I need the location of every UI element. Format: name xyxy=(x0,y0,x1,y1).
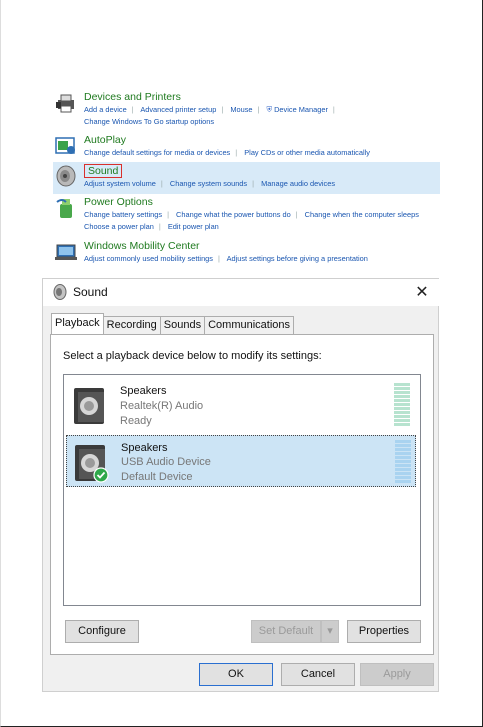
device-name: Speakers xyxy=(120,385,167,397)
cp-sound: Sound Adjust system volume | Change syste… xyxy=(54,164,335,190)
tab-recording[interactable]: Recording xyxy=(102,316,161,334)
speaker-icon xyxy=(53,284,67,300)
cp-mobility-center: Windows Mobility Center Adjust commonly … xyxy=(54,240,368,265)
mobility-icon xyxy=(54,240,78,264)
volume-meter xyxy=(394,383,410,427)
link-mouse[interactable]: Mouse xyxy=(230,105,252,114)
device-item-usb[interactable]: Speakers USB Audio Device Default Device xyxy=(66,435,416,487)
cp-title-devices[interactable]: Devices and Printers xyxy=(84,91,340,104)
link-device-manager[interactable]: Device Manager xyxy=(274,105,328,114)
speaker-icon xyxy=(54,164,78,188)
link-adjust-volume[interactable]: Adjust system volume xyxy=(84,179,156,188)
link-change-system-sounds[interactable]: Change system sounds xyxy=(170,179,247,188)
autoplay-icon xyxy=(54,134,78,158)
cp-title-mobility[interactable]: Windows Mobility Center xyxy=(84,240,368,253)
link-battery-settings[interactable]: Change battery settings xyxy=(84,210,162,219)
tab-communications[interactable]: Communications xyxy=(204,316,295,334)
configure-button[interactable]: Configure xyxy=(65,620,139,643)
cp-title-sound[interactable]: Sound xyxy=(84,164,123,178)
cp-title-autoplay[interactable]: AutoPlay xyxy=(84,134,370,147)
tab-sounds[interactable]: Sounds xyxy=(159,316,206,334)
close-button[interactable]: ✕ xyxy=(411,283,433,303)
link-play-cds[interactable]: Play CDs or other media automatically xyxy=(244,148,370,157)
speaker-device-icon xyxy=(70,386,108,426)
apply-button[interactable]: Apply xyxy=(360,663,434,686)
link-computer-sleeps[interactable]: Change when the computer sleeps xyxy=(305,210,419,219)
device-status: Default Device xyxy=(121,471,193,483)
link-add-device[interactable]: Add a device xyxy=(84,105,127,114)
ok-button[interactable]: OK xyxy=(199,663,273,686)
link-windows-to-go[interactable]: Change Windows To Go startup options xyxy=(84,117,214,126)
volume-meter xyxy=(395,440,411,484)
speaker-device-icon xyxy=(71,443,109,483)
link-mobility-settings[interactable]: Adjust commonly used mobility settings xyxy=(84,254,213,263)
printer-icon xyxy=(54,91,78,115)
link-change-default-media[interactable]: Change default settings for media or dev… xyxy=(84,148,230,157)
link-choose-power-plan[interactable]: Choose a power plan xyxy=(84,222,154,231)
power-icon xyxy=(54,196,78,220)
tab-playback[interactable]: Playback xyxy=(51,313,104,334)
sound-dialog: Sound ✕ Playback Recording Sounds Commun… xyxy=(42,278,440,692)
device-name: Speakers xyxy=(121,442,168,454)
instruction-text: Select a playback device below to modify… xyxy=(63,350,322,362)
device-status: Ready xyxy=(120,415,152,427)
tab-strip: Playback Recording Sounds Communications xyxy=(51,313,295,334)
shield-icon: ⛨ xyxy=(266,105,273,114)
cp-autoplay: AutoPlay Change default settings for med… xyxy=(54,134,370,159)
link-edit-power-plan[interactable]: Edit power plan xyxy=(168,222,219,231)
cancel-button[interactable]: Cancel xyxy=(281,663,355,686)
cp-devices-and-printers: Devices and Printers Add a device | Advan… xyxy=(54,91,340,128)
device-driver: USB Audio Device xyxy=(121,456,211,468)
device-list[interactable]: Speakers Realtek(R) Audio Ready Speakers… xyxy=(63,374,421,606)
device-driver: Realtek(R) Audio xyxy=(120,400,204,412)
dialog-titlebar[interactable]: Sound ✕ xyxy=(43,279,440,306)
link-power-buttons[interactable]: Change what the power buttons do xyxy=(176,210,291,219)
cp-power-options: Power Options Change battery settings | C… xyxy=(54,196,419,233)
set-default-button[interactable]: Set Default xyxy=(251,620,321,643)
link-manage-audio-devices[interactable]: Manage audio devices xyxy=(261,179,335,188)
chevron-down-icon[interactable]: ▾ xyxy=(321,620,339,643)
dialog-title: Sound xyxy=(73,285,108,299)
playback-panel: Select a playback device below to modify… xyxy=(50,334,434,655)
link-presentation-settings[interactable]: Adjust settings before giving a presenta… xyxy=(227,254,368,263)
link-advanced-printer-setup[interactable]: Advanced printer setup xyxy=(140,105,216,114)
properties-button[interactable]: Properties xyxy=(347,620,421,643)
device-item-realtek[interactable]: Speakers Realtek(R) Audio Ready xyxy=(66,379,416,431)
cp-title-power[interactable]: Power Options xyxy=(84,196,419,209)
